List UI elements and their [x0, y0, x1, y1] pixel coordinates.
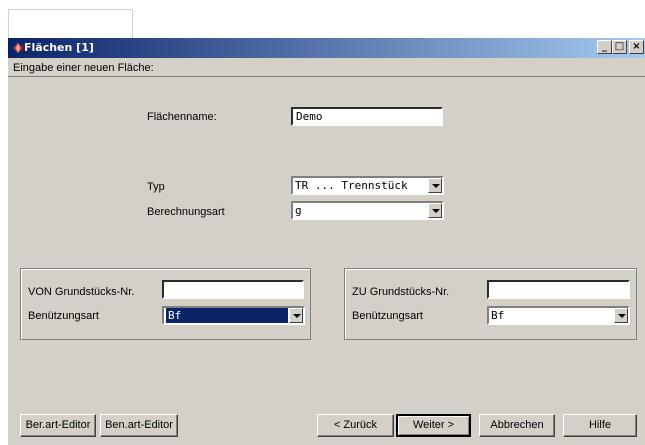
back-button[interactable]: < Zurück [317, 414, 394, 437]
flaechenname-label: Flächenname: [147, 111, 217, 123]
window-title: Flächen [1] [24, 41, 94, 54]
von-benutzung-label: Benützungsart [28, 310, 99, 322]
help-button[interactable]: Hilfe [563, 414, 637, 437]
next-button[interactable]: Weiter > [396, 414, 471, 437]
subheader: Eingabe einer neuen Fläche: [8, 58, 645, 77]
zu-nr-input[interactable] [487, 280, 630, 299]
maximize-icon[interactable]: □ [612, 40, 627, 54]
chevron-down-icon[interactable] [428, 178, 442, 193]
benart-editor-button[interactable]: Ben.art-Editor [100, 414, 178, 437]
zu-benutzung-select[interactable]: Bf [487, 306, 630, 325]
zu-benutzung-label: Benützungsart [352, 310, 423, 322]
subheader-text: Eingabe einer neuen Fläche: [13, 62, 154, 74]
cancel-button[interactable]: Abbrechen [479, 414, 555, 437]
berechnungsart-label: Berechnungsart [147, 206, 225, 218]
zu-group [344, 268, 637, 340]
title-bar[interactable]: Flächen [1] _ □ × [8, 38, 645, 58]
flaechenname-input[interactable]: Demo [291, 107, 443, 126]
minimize-icon[interactable]: _ [597, 40, 612, 54]
chevron-down-icon[interactable] [289, 308, 303, 323]
typ-label: Typ [147, 181, 165, 193]
blank-panel [8, 9, 133, 38]
zu-nr-label: ZU Grundstücks-Nr. [352, 286, 450, 298]
typ-select[interactable]: TR ... Trennstück [291, 176, 444, 195]
app-icon [13, 43, 23, 53]
dialog-window: Flächen [1] _ □ × Eingabe einer neuen Fl… [8, 38, 645, 445]
von-nr-label: VON Grundstücks-Nr. [28, 286, 135, 298]
von-nr-input[interactable] [162, 280, 304, 299]
berart-editor-button[interactable]: Ber.art-Editor [20, 414, 96, 437]
chevron-down-icon[interactable] [614, 308, 628, 323]
berechnungsart-select[interactable]: g [291, 201, 444, 220]
close-icon[interactable]: × [629, 40, 644, 54]
von-benutzung-select[interactable]: Bf [162, 306, 305, 325]
chevron-down-icon[interactable] [428, 203, 442, 218]
von-group [20, 268, 311, 340]
